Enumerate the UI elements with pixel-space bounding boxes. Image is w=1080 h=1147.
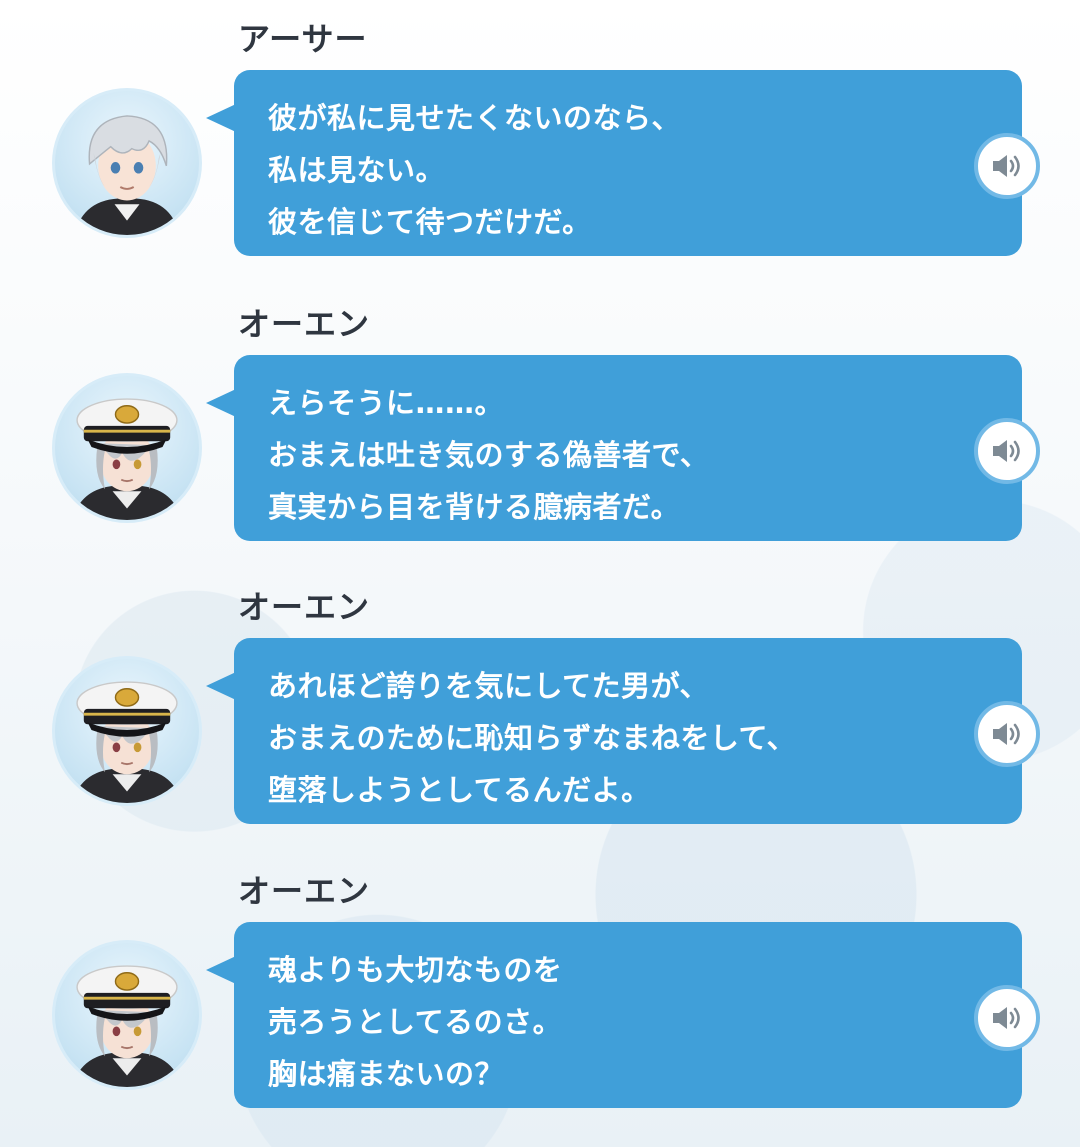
speaker-volume-icon [993,723,1020,745]
voice-play-button[interactable] [974,701,1040,767]
dialogue-text: 彼が私に見せたくないのなら、 私は見ない。 彼を信じて待つだけだ。 [268,101,682,239]
bubble-tail [206,672,236,700]
speech-bubble: えらそうに……。 おまえは吐き気のする偽善者で、 真実から目を背ける臆病者だ。 [206,355,1040,541]
dialogue-text: 魂よりも大切なものを 売ろうとしてるのさ。 胸は痛まないの？ [268,953,563,1091]
avatar [52,656,202,806]
chat-message: アーサー 彼が私に見せたくないのなら、 私は見ない。 彼を信じて待つだけだ。 [0,0,1080,260]
chat-message: オーエン 魂よりも大切なものを 売ろうとしてるのさ。 胸は痛まないの？ [0,852,1080,1112]
silver-haired-character-icon [74,115,180,235]
speaker-volume-icon [993,1007,1020,1029]
speech-bubble: あれほど誇りを気にしてた男が、 おまえのために恥知らずなまねをして、 堕落しよう… [206,638,1040,824]
speaker-name: オーエン [238,588,371,626]
bubble-tail [206,389,236,417]
bubble-tail [206,956,236,984]
voice-play-button[interactable] [974,418,1040,484]
avatar [52,373,202,523]
voice-play-button[interactable] [974,985,1040,1051]
speaker-name: オーエン [238,872,371,910]
dialogue-text: えらそうに……。 おまえは吐き気のする偽善者で、 真実から目を背ける臆病者だ。 [268,386,710,524]
chat-message: オーエン あれほど誇りを気にしてた男が、 おまえのために恥知らずなまねをして、 … [0,568,1080,828]
chat-log: アーサー 彼が私に見せたくないのなら、 私は見ない。 彼を信じて待つだけだ。 オ… [0,0,1080,1147]
speaker-name: アーサー [238,20,368,58]
voice-play-button[interactable] [974,133,1040,199]
bubble-tail [206,104,236,132]
speech-bubble: 魂よりも大切なものを 売ろうとしてるのさ。 胸は痛まないの？ [206,922,1040,1108]
dialogue-text: あれほど誇りを気にしてた男が、 おまえのために恥知らずなまねをして、 堕落しよう… [268,669,797,807]
speaker-name: オーエン [238,305,371,343]
speaker-volume-icon [993,440,1020,462]
captain-hat-character-icon [72,681,182,803]
speaker-volume-icon [993,155,1020,177]
captain-hat-character-icon [72,965,182,1087]
avatar [52,88,202,238]
avatar [52,940,202,1090]
captain-hat-character-icon [72,398,182,520]
speech-bubble: 彼が私に見せたくないのなら、 私は見ない。 彼を信じて待つだけだ。 [206,70,1040,256]
chat-message: オーエン えらそうに……。 おまえは吐き気のする偽善者で、 真実から目を背ける臆… [0,285,1080,545]
